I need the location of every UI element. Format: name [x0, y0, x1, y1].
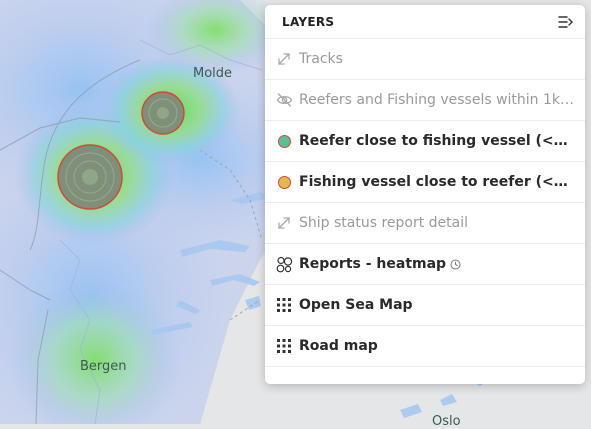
collapse-panel-icon[interactable]	[557, 13, 575, 31]
layer-label: Road map	[299, 338, 378, 354]
layer-label: Open Sea Map	[299, 297, 413, 313]
layers-panel: LAYERS Tracks Reefers and Fishing vessel…	[265, 5, 585, 384]
layer-item-fishing-close[interactable]: Fishing vessel close to reefer (<500m, .…	[265, 162, 585, 203]
layer-item-tracks[interactable]: Tracks	[265, 39, 585, 80]
grid-icon	[275, 337, 293, 355]
layers-panel-title: LAYERS	[282, 14, 335, 29]
layer-label: Fishing vessel close to reefer (<500m, .…	[299, 174, 575, 190]
clock-icon	[450, 259, 461, 270]
expand-arrows-icon	[275, 50, 293, 68]
city-label-bergen: Bergen	[80, 359, 127, 374]
green-dot-icon	[275, 132, 293, 150]
layer-item-ship-status[interactable]: Ship status report detail	[265, 203, 585, 244]
city-label-oslo: Oslo	[432, 414, 461, 429]
layer-label: Tracks	[299, 51, 343, 67]
layer-item-reefers-fishing-1km[interactable]: Reefers and Fishing vessels within 1km .…	[265, 80, 585, 121]
eye-off-icon	[275, 91, 293, 109]
layer-label: Reports - heatmap	[299, 256, 447, 272]
layer-item-road-map[interactable]: Road map	[265, 326, 585, 367]
expand-arrows-icon	[275, 214, 293, 232]
layer-item-reefer-close[interactable]: Reefer close to fishing vessel (<500m, .…	[265, 121, 585, 162]
layer-label: Ship status report detail	[299, 215, 469, 231]
grid-icon	[275, 296, 293, 314]
city-label-molde: Molde	[193, 66, 233, 81]
circles-icon	[275, 255, 293, 273]
yellow-dot-icon	[275, 173, 293, 191]
layer-list: Tracks Reefers and Fishing vessels withi…	[265, 39, 585, 367]
layer-item-open-sea-map[interactable]: Open Sea Map	[265, 285, 585, 326]
vessel-cluster-small[interactable]	[141, 91, 185, 135]
layer-label: Reefer close to fishing vessel (<500m, .…	[299, 133, 575, 149]
vessel-cluster-large[interactable]	[57, 144, 123, 210]
layers-panel-header: LAYERS	[265, 5, 585, 39]
layer-label: Reefers and Fishing vessels within 1km .…	[299, 92, 575, 108]
layer-item-reports-heatmap[interactable]: Reports - heatmap	[265, 244, 585, 285]
